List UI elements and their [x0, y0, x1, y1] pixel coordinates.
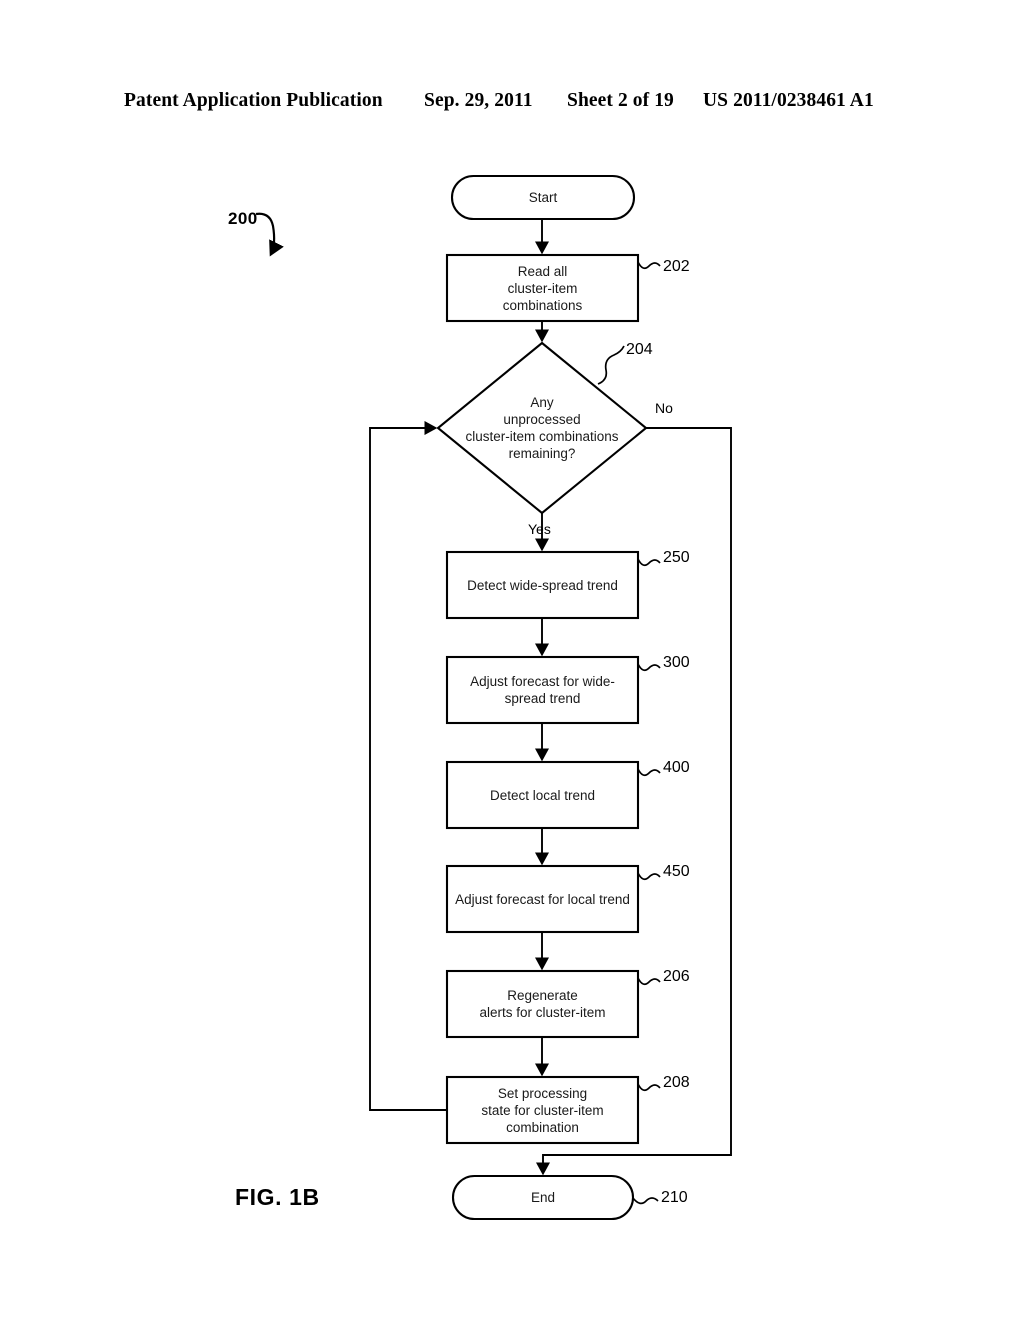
- node-shape-250: [445, 550, 640, 620]
- node-shape-300: [445, 655, 640, 725]
- leader-204: [597, 345, 625, 385]
- diagram-ref-pointer: [255, 212, 284, 257]
- leader-450: [637, 872, 661, 881]
- patent-figure: Start Read all cluster-item combinations…: [0, 0, 1024, 1320]
- node-shape-450: [445, 864, 640, 934]
- node-shape-202: [445, 253, 640, 323]
- flowchart-svg: [255, 174, 732, 1221]
- edge-208-loop-to-204: [369, 420, 447, 1111]
- node-shape-208: [445, 1075, 640, 1145]
- diagram-reference-number: 200: [228, 209, 258, 228]
- node-shape-206: [445, 969, 640, 1039]
- node-shape-end: [451, 1174, 635, 1221]
- leader-400: [637, 768, 661, 777]
- ref-number-202: 202: [663, 258, 690, 275]
- node-shape-400: [445, 760, 640, 830]
- leader-210: [632, 1197, 659, 1205]
- edge-label-no: No: [655, 400, 673, 416]
- ref-number-210: 210: [661, 1189, 688, 1206]
- reference-leaders: [597, 261, 661, 1205]
- figure-caption: FIG. 1B: [235, 1184, 320, 1210]
- node-shape-204: [436, 341, 648, 515]
- leader-300: [637, 663, 661, 672]
- ref-number-250: 250: [663, 549, 690, 566]
- leader-202: [637, 261, 661, 270]
- ref-number-206: 206: [663, 968, 690, 985]
- node-shape-start: [450, 174, 636, 221]
- ref-number-300: 300: [663, 654, 690, 671]
- leader-250: [637, 558, 661, 567]
- ref-number-450: 450: [663, 863, 690, 880]
- ref-number-400: 400: [663, 759, 690, 776]
- ref-number-204: 204: [626, 341, 653, 358]
- edge-label-yes: Yes: [528, 521, 551, 537]
- leader-208: [637, 1083, 661, 1092]
- leader-206: [637, 977, 661, 986]
- ref-number-208: 208: [663, 1074, 690, 1091]
